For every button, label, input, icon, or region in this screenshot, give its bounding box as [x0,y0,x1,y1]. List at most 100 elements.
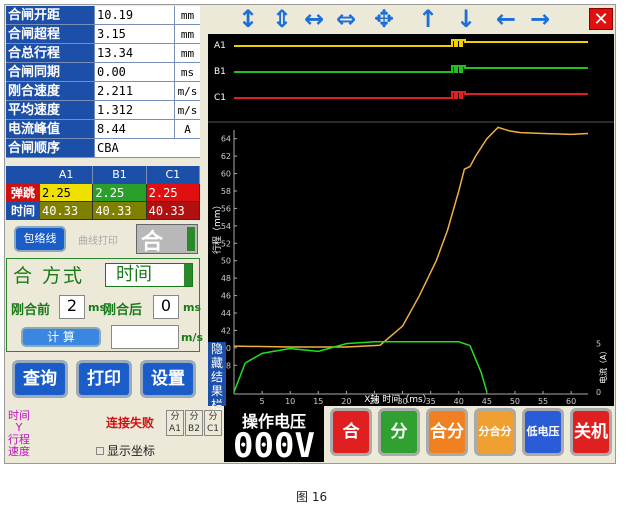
param-label: 合闸顺序 [6,139,94,157]
param-unit: ms [174,63,200,81]
y-axis-label: 行程（mm） [211,200,223,254]
param-label: 刚合速度 [6,82,94,100]
x-tick-label: 20 [341,397,351,406]
y-tick-label: 60 [221,170,231,179]
mode-panel: 合 方式 时间 刚合前 2 ms 刚合后 0 ms 计 算 m/s [6,258,203,352]
bounce-corner [6,166,40,184]
param-row: 合闸超程 3.15 mm [6,25,200,44]
x-tick-label: 45 [482,397,492,406]
y-tick-label: 62 [221,152,231,161]
x-tick-label: 55 [538,397,548,406]
param-value: 2.211 [94,82,174,100]
chart-toolbar: ↕ ⇕ ↔ ⇔ ✥ ↑ ↓ ← → [228,4,616,34]
param-label: 合闸同期 [6,63,94,81]
control-button-2[interactable]: 合分 [426,408,468,456]
calculate-button[interactable]: 计 算 [21,327,101,347]
show-coords-checkbox[interactable]: 显示坐标 [96,442,155,459]
left-arrow-icon[interactable]: ← [496,6,516,32]
checkbox-icon[interactable] [96,447,104,455]
channel-pulse [448,65,588,73]
expand-horizontal-icon[interactable]: ↔ [304,6,324,32]
param-value: CBA [94,139,200,157]
control-button-5[interactable]: 关机 [570,408,612,456]
param-label: 平均速度 [6,101,94,119]
y2-tick-label: 5 [596,340,601,349]
param-value: 0.00 [94,63,174,81]
y2-axis-label: 电流（A） [598,347,608,384]
mode-label: 合 方式 [13,265,85,287]
bounce-header-a1: A1 [40,166,94,184]
print-button[interactable]: 打印 [76,360,132,398]
voltage-display: 操作电压 000V [224,406,324,466]
y2-tick-label: 0 [596,388,601,397]
param-unit: mm [174,25,200,43]
compress-vertical-icon[interactable]: ⇕ [272,6,292,32]
bounce-b1: 2.25 [93,184,147,202]
move-all-icon[interactable]: ✥ [374,6,394,32]
x-tick-label: 5 [260,397,265,406]
axis-legend: 时间 Y 行程 速度 [8,409,30,458]
param-row: 刚合速度 2.211 m/s [6,82,200,101]
y-tick-label: 46 [221,292,231,301]
open-a1-indicator: 分 A1 [166,410,184,436]
param-value: 8.44 [94,120,174,138]
close-op-value: 合 [141,230,164,255]
up-arrow-icon[interactable]: ↑ [418,6,438,32]
channel-label: B1 [214,67,226,77]
before-label: 刚合前 [11,303,51,318]
query-button[interactable]: 查询 [12,360,68,398]
param-value: 10.19 [94,6,174,24]
open-c1-indicator: 分 C1 [204,410,222,436]
y-tick-label: 44 [221,309,231,318]
bounce-c1: 2.25 [146,184,200,202]
y-tick-label: 64 [221,135,231,144]
control-button-0[interactable]: 合 [330,408,372,456]
param-row: 合闸开距 10.19 mm [6,6,200,25]
x-tick-label: 15 [313,397,323,406]
bounce-table: A1 B1 C1 弹跳 2.25 2.25 2.25 时间 40.33 40.3… [6,166,200,220]
mode-dropdown-icon[interactable] [184,264,192,286]
x-tick-label: 60 [566,397,576,406]
close-icon[interactable]: ✕ [589,8,613,30]
param-row: 合总行程 13.34 mm [6,44,200,63]
after-input[interactable]: 0 [153,295,179,319]
down-arrow-icon[interactable]: ↓ [456,6,476,32]
waveform-chart: A1B1C13840424446485052545658606264510152… [208,34,614,406]
hide-results-button[interactable]: 隐藏结果栏 [208,342,226,412]
channel-label: C1 [214,93,226,103]
right-arrow-icon[interactable]: → [530,6,550,32]
bounce-a1: 2.25 [40,184,94,202]
channel-pulse [448,39,588,47]
compress-horizontal-icon[interactable]: ⇔ [336,6,356,32]
y-tick-label: 58 [221,187,231,196]
param-label: 电流峰值 [6,120,94,138]
param-label: 合闸超程 [6,25,94,43]
current-curve [233,340,488,393]
x-tick-label: 50 [510,397,520,406]
x-tick-label: 40 [454,397,464,406]
param-label: 合总行程 [6,44,94,62]
time-a1: 40.33 [40,202,94,220]
after-label: 刚合后 [103,303,143,318]
parameter-table: 合闸开距 10.19 mm 合闸超程 3.15 mm 合总行程 13.34 mm 合闸同期 0.00… [6,6,200,158]
travel-curve [233,126,589,348]
before-input[interactable]: 2 [59,295,85,319]
expand-vertical-icon[interactable]: ↕ [238,6,258,32]
voltage-value: 000V [233,426,315,466]
x-axis-label: X轴 时间（ms） [364,393,431,405]
y-tick-label: 48 [221,274,231,283]
y-tick-label: 50 [221,257,231,266]
control-button-1[interactable]: 分 [378,408,420,456]
dropdown-icon[interactable] [187,227,195,251]
control-button-3[interactable]: 分合分 [474,408,516,456]
param-value: 13.34 [94,44,174,62]
curve-print-text: 曲线打印 [78,236,118,247]
envelope-button[interactable]: 包络线 [14,226,66,252]
control-button-4[interactable]: 低电压 [522,408,564,456]
figure-caption: 图 16 [296,490,328,504]
close-op-select[interactable]: 合 [136,224,198,255]
settings-button[interactable]: 设置 [140,360,196,398]
param-row: 合闸顺序 CBA [6,139,200,158]
speed-input[interactable] [111,325,179,349]
mode-select[interactable]: 时间 [105,263,193,287]
